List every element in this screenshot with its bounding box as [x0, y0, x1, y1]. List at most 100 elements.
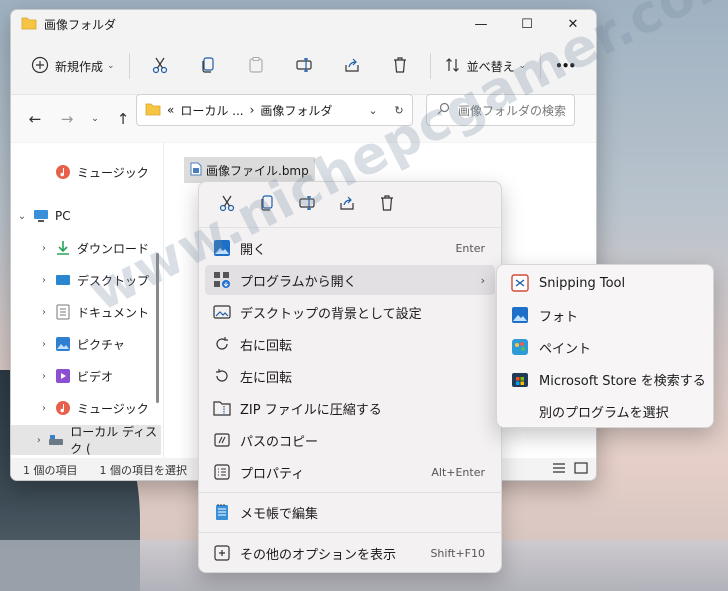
menu-properties[interactable]: プロパティ Alt+Enter	[205, 457, 495, 487]
music-icon	[55, 400, 71, 416]
rename-action[interactable]	[287, 187, 327, 223]
rotate-left-icon	[213, 367, 231, 385]
submenu-item-label: ペイント	[539, 341, 592, 357]
copy-icon	[199, 56, 217, 77]
rename-icon	[295, 56, 313, 77]
menu-item-label: ZIP ファイルに圧縮する	[240, 402, 382, 418]
cut-action[interactable]	[207, 187, 247, 223]
blank-icon	[511, 402, 529, 420]
menu-set-desktop-background[interactable]: デスクトップの背景として設定	[205, 297, 495, 327]
monitor-icon	[33, 208, 49, 224]
chevron-down-icon[interactable]: ⌄	[360, 104, 386, 117]
store-icon	[511, 370, 529, 388]
paste-button[interactable]	[232, 48, 280, 84]
submenu-item-label: 別のプログラムを選択	[539, 405, 669, 421]
picture-icon	[55, 336, 71, 352]
photos-icon	[213, 239, 231, 257]
toolbar-divider	[429, 53, 431, 79]
tiles-view-icon[interactable]	[574, 462, 588, 477]
menu-rotate-left[interactable]: 左に回転	[205, 361, 495, 391]
menu-item-label: メモ帳で編集	[240, 506, 319, 522]
breadcrumb-local-disk[interactable]: ローカル ...	[180, 102, 243, 119]
menu-item-label: 左に回転	[240, 370, 293, 386]
tree-item-local-disk[interactable]: › ローカル ディスク (	[11, 425, 161, 456]
paste-icon	[247, 56, 265, 77]
open-with-submenu: Snipping Tool フォト ペイント Microsoft Store を…	[496, 264, 714, 428]
tree-item-label: ダウンロード	[77, 241, 150, 256]
recent-locations-button[interactable]: ⌄	[83, 103, 107, 135]
menu-item-label: その他のオプションを表示	[240, 547, 397, 563]
music-icon	[55, 164, 71, 180]
menu-open-with[interactable]: プログラムから開く ›	[205, 265, 495, 295]
more-options-button[interactable]: •••	[547, 48, 583, 84]
maximize-button[interactable]: ☐	[504, 10, 550, 38]
submenu-paint[interactable]: ペイント	[503, 332, 709, 362]
share-action[interactable]	[327, 187, 367, 223]
forward-button[interactable]: →	[51, 103, 83, 135]
menu-edit-notepad[interactable]: メモ帳で編集	[205, 497, 495, 527]
breadcrumb-image-folder[interactable]: 画像フォルダ	[260, 102, 332, 119]
close-button[interactable]: ✕	[550, 10, 596, 38]
submenu-snipping-tool[interactable]: Snipping Tool	[503, 268, 709, 298]
tree-item-downloads[interactable]: › ダウンロード	[11, 233, 161, 263]
chevron-right-icon[interactable]: ›	[33, 307, 55, 318]
tree-item-documents[interactable]: › ドキュメント	[11, 297, 161, 327]
chevron-right-icon[interactable]: ›	[30, 435, 49, 446]
chevron-right-icon[interactable]: ›	[33, 371, 55, 382]
delete-button[interactable]	[376, 48, 424, 84]
chevron-down-icon: ⌄	[107, 61, 115, 71]
tree-item-label: ローカル ディスク (	[70, 425, 158, 456]
submenu-photos[interactable]: フォト	[503, 300, 709, 330]
folder-icon	[21, 16, 37, 33]
up-button[interactable]: ↑	[107, 103, 139, 135]
chevron-right-icon[interactable]: ›	[33, 403, 55, 414]
search-box[interactable]: 画像フォルダの検索	[426, 94, 575, 126]
submenu-choose-another-app[interactable]: 別のプログラムを選択	[503, 396, 709, 426]
cut-button[interactable]	[136, 48, 184, 84]
minimize-button[interactable]: —	[458, 10, 504, 38]
chevron-right-icon[interactable]: ›	[33, 339, 55, 350]
navigation-pane: ミュージック ⌄ PC › ダウンロード › デスクトップ › ドキュメント ›…	[11, 143, 161, 458]
desktop-icon	[55, 272, 71, 288]
sort-button[interactable]: 並べ替え ⌄	[437, 48, 535, 84]
menu-rotate-right[interactable]: 右に回転	[205, 329, 495, 359]
menu-show-more-options[interactable]: その他のオプションを表示 Shift+F10	[205, 538, 495, 568]
video-icon	[55, 368, 71, 384]
tree-scrollbar[interactable]	[156, 253, 159, 403]
tree-item-pictures[interactable]: › ピクチャ	[11, 329, 161, 359]
menu-item-label: デスクトップの背景として設定	[240, 306, 422, 322]
properties-icon	[213, 463, 231, 481]
paint-icon	[511, 338, 529, 356]
menu-copy-path[interactable]: パスのコピー	[205, 425, 495, 455]
menu-compress-zip[interactable]: ZIP ファイルに圧縮する	[205, 393, 495, 423]
file-item[interactable]: 画像ファイル.bmp	[184, 157, 315, 183]
refresh-icon[interactable]: ↻	[386, 104, 412, 117]
delete-action[interactable]	[367, 187, 407, 223]
tree-item-pc[interactable]: ⌄ PC	[11, 201, 161, 231]
new-button[interactable]: 新規作成 ⌄	[23, 48, 123, 84]
back-button[interactable]: ←	[19, 103, 51, 135]
menu-item-label: プロパティ	[240, 466, 305, 482]
item-count: 1 個の項目	[23, 464, 78, 477]
trash-icon	[391, 56, 409, 77]
pane-divider	[163, 143, 164, 458]
chevron-right-icon[interactable]: ›	[33, 275, 55, 286]
breadcrumb-overflow[interactable]: «	[167, 103, 174, 117]
title-bar: 画像フォルダ — ☐ ✕	[11, 10, 596, 38]
rename-button[interactable]	[280, 48, 328, 84]
tree-item-videos[interactable]: › ビデオ	[11, 361, 161, 391]
tree-item-music[interactable]: › ミュージック	[11, 393, 161, 423]
download-icon	[55, 240, 71, 256]
tree-item-music-top[interactable]: ミュージック	[11, 157, 161, 187]
menu-open[interactable]: 開く Enter	[205, 233, 495, 263]
details-view-icon[interactable]	[552, 462, 566, 477]
copy-action[interactable]	[247, 187, 287, 223]
tree-item-label: デスクトップ	[77, 273, 150, 288]
address-bar[interactable]: « ローカル ... › 画像フォルダ ⌄ ↻	[136, 94, 413, 126]
share-button[interactable]	[328, 48, 376, 84]
copy-button[interactable]	[184, 48, 232, 84]
chevron-down-icon[interactable]: ⌄	[11, 211, 33, 222]
submenu-microsoft-store[interactable]: Microsoft Store を検索する	[503, 364, 709, 394]
tree-item-desktop[interactable]: › デスクトップ	[11, 265, 161, 295]
chevron-right-icon[interactable]: ›	[33, 243, 55, 254]
